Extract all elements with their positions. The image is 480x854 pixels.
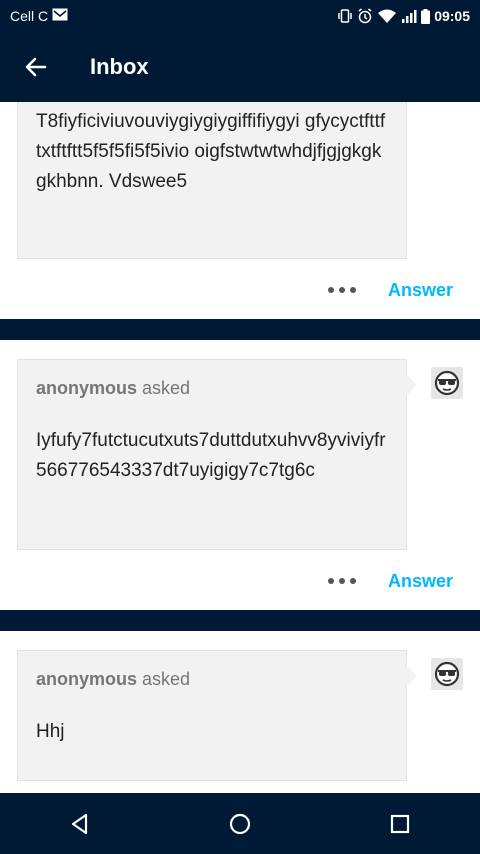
question-bubble: anonymous asked Iyfufy7futctucutxuts7dut… bbox=[17, 359, 417, 550]
inbox-item: anonymous asked Hhj bbox=[0, 631, 480, 793]
more-options-button[interactable] bbox=[322, 566, 362, 596]
answer-button[interactable]: Answer bbox=[388, 571, 453, 592]
inbox-item: anonymous asked Iyfufy7futctucutxuts7dut… bbox=[0, 340, 480, 610]
circle-home-icon bbox=[229, 813, 251, 834]
wifi-icon bbox=[377, 9, 397, 24]
alarm-icon bbox=[357, 8, 373, 24]
signal-icon bbox=[401, 9, 417, 23]
asker-name[interactable]: anonymous bbox=[36, 669, 137, 689]
asked-word: asked bbox=[142, 669, 191, 689]
asked-word: asked bbox=[142, 378, 191, 398]
more-dots-icon bbox=[328, 287, 334, 293]
mail-notification-icon bbox=[52, 8, 68, 24]
carrier-name: Cell C bbox=[10, 8, 49, 24]
asker-name[interactable]: anonymous bbox=[36, 378, 137, 398]
more-options-button[interactable] bbox=[322, 275, 362, 305]
sunglasses-face-icon bbox=[434, 370, 460, 396]
inbox-list[interactable]: T8fiyficiviuvouviygiygiygiffifiygyi gfyc… bbox=[0, 102, 480, 793]
bubble-tail bbox=[406, 665, 417, 687]
asked-line: anonymous asked bbox=[36, 378, 190, 399]
triangle-back-icon bbox=[71, 813, 88, 834]
page-title: Inbox bbox=[90, 54, 149, 79]
system-nav-bar bbox=[0, 793, 480, 854]
question-bubble: anonymous asked Hhj bbox=[17, 650, 417, 781]
sunglasses-face-icon bbox=[434, 661, 460, 687]
clock-time: 09:05 bbox=[434, 8, 470, 24]
bubble-tail bbox=[406, 374, 417, 396]
question-text: T8fiyficiviuvouviygiygiygiffifiygyi gfyc… bbox=[36, 111, 386, 192]
asked-line: anonymous asked bbox=[36, 669, 190, 690]
battery-icon bbox=[421, 8, 431, 24]
nav-recents-button[interactable] bbox=[370, 799, 430, 849]
nav-back-button[interactable] bbox=[50, 799, 110, 849]
nav-home-button[interactable] bbox=[210, 799, 270, 849]
answer-button[interactable]: Answer bbox=[388, 280, 453, 301]
more-dots-icon bbox=[328, 578, 334, 584]
question-text: Hhj bbox=[36, 721, 65, 742]
avatar[interactable] bbox=[431, 658, 463, 690]
arrow-left-icon bbox=[25, 57, 47, 77]
app-bar: Inbox bbox=[0, 32, 480, 102]
back-button[interactable] bbox=[0, 32, 72, 102]
avatar[interactable] bbox=[431, 367, 463, 399]
status-bar: Cell C 09:05 bbox=[0, 0, 480, 32]
inbox-item: T8fiyficiviuvouviygiygiygiffifiygyi gfyc… bbox=[0, 102, 480, 319]
question-bubble: T8fiyficiviuvouviygiygiygiffifiygyi gfyc… bbox=[17, 102, 407, 259]
vibrate-icon bbox=[337, 9, 353, 23]
square-recents-icon bbox=[390, 814, 410, 833]
question-text: Iyfufy7futctucutxuts7duttdutxuhvv8yviviy… bbox=[36, 430, 386, 481]
